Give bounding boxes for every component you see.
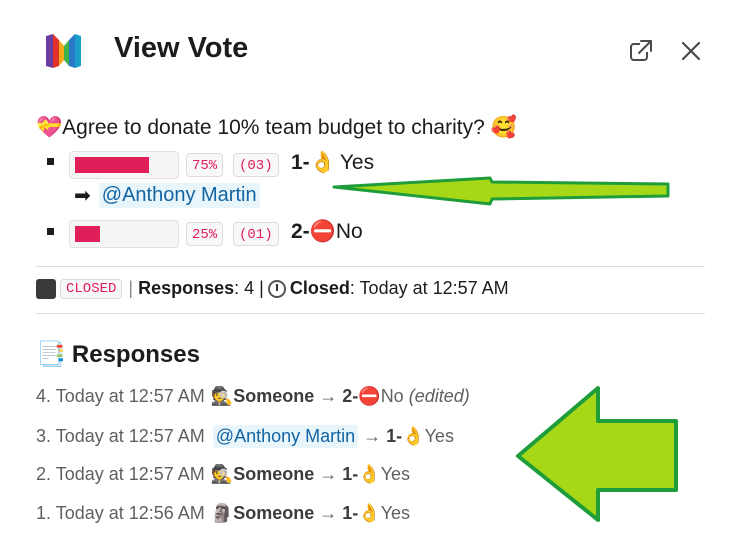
detective-icon: 🕵 <box>210 386 234 406</box>
closed-time: : Today at 12:57 AM <box>349 278 509 298</box>
divider <box>36 313 705 314</box>
poll-question-text: Agree to donate 10% team budget to chari… <box>62 116 485 139</box>
close-icon[interactable] <box>678 38 704 64</box>
response-option-number: 1- <box>342 464 359 484</box>
option-bar-fill <box>75 226 100 242</box>
divider <box>36 266 705 267</box>
response-user: Someone <box>233 503 315 523</box>
response-row: 4. Today at 12:57 AM 🕵 Someone → 2- ⛔ No… <box>36 386 470 407</box>
response-option-label: Yes <box>380 464 411 484</box>
option-number: 1- <box>291 151 310 174</box>
no-entry-icon: ⛔ <box>358 386 381 406</box>
response-timestamp: 4. Today at 12:57 AM <box>36 386 205 406</box>
clock-icon <box>267 279 286 298</box>
responses-heading: 📑 Responses <box>36 340 200 369</box>
option-bar <box>69 220 179 248</box>
stop-icon <box>36 278 56 299</box>
response-timestamp: 3. Today at 12:57 AM <box>36 426 205 446</box>
poll-question: 💝 Agree to donate 10% team budget to cha… <box>36 116 517 140</box>
no-entry-icon: ⛔ <box>309 220 336 243</box>
annotation-arrow-small <box>332 176 670 206</box>
heart-gift-icon: 💝 <box>36 116 63 139</box>
response-row: 3. Today at 12:57 AM @Anthony Martin → 1… <box>36 425 454 448</box>
poll-status: CLOSED | Responses : 4 | Closed : Today … <box>36 278 509 299</box>
option-text: Yes <box>339 151 375 174</box>
bullet-icon <box>47 158 54 165</box>
option-count: (01) <box>233 222 279 246</box>
bookmark-tabs-icon: 📑 <box>36 341 66 368</box>
option-percent: 25% <box>186 222 224 246</box>
response-option-label: Yes <box>424 426 454 446</box>
response-timestamp: 1. Today at 12:56 AM <box>36 503 205 523</box>
smiling-hearts-icon: 🥰 <box>490 116 517 139</box>
arrow-icon: → <box>319 464 338 484</box>
annotation-arrow-large <box>516 386 678 522</box>
ok-hand-icon: 👌 <box>358 503 381 523</box>
option-label-yes: 1- 👌 Yes <box>291 151 374 175</box>
detective-icon: 🕵 <box>210 464 234 484</box>
response-option-label: Yes <box>380 503 411 523</box>
response-timestamp: 2. Today at 12:57 AM <box>36 464 205 484</box>
edited-note: (edited) <box>408 386 470 406</box>
external-link-icon[interactable] <box>628 38 654 64</box>
option-text: No <box>335 220 363 243</box>
modal-header: View Vote <box>0 0 741 100</box>
bullet-icon <box>47 228 54 235</box>
arrow-icon: → <box>319 503 338 523</box>
option-label-no: 2- ⛔ No <box>291 220 363 244</box>
voter-mention[interactable]: @Anthony Martin <box>98 183 260 208</box>
responses-label: Responses <box>138 278 235 298</box>
option-bar-fill <box>75 157 149 173</box>
arrow-icon: → <box>319 386 338 406</box>
response-option-number: 1- <box>386 426 403 446</box>
responses-count: : 4 | <box>234 278 264 298</box>
option-count: (03) <box>233 153 279 177</box>
response-option-number: 2- <box>342 386 359 406</box>
option-voter-line: ➡ @Anthony Martin <box>74 183 260 208</box>
response-option-label: No <box>380 386 404 406</box>
response-option-number: 1- <box>342 503 359 523</box>
response-mention[interactable]: @Anthony Martin <box>212 425 359 448</box>
ok-hand-icon: 👌 <box>402 426 425 446</box>
response-user: Someone <box>233 386 315 406</box>
option-percent: 75% <box>186 153 224 177</box>
page-title: View Vote <box>114 32 249 64</box>
right-arrow-icon: ➡ <box>74 185 91 207</box>
responses-title: Responses <box>71 340 200 368</box>
arrow-icon: → <box>363 426 382 446</box>
response-row: 1. Today at 12:56 AM 🗿 Someone → 1- 👌 Ye… <box>36 503 410 524</box>
moai-icon: 🗿 <box>210 503 234 523</box>
closed-label: Closed <box>289 278 350 298</box>
app-logo-icon <box>46 34 81 68</box>
ok-hand-icon: 👌 <box>358 464 381 484</box>
ok-hand-icon: 👌 <box>309 151 336 174</box>
option-bar <box>69 151 179 179</box>
option-number: 2- <box>291 220 310 243</box>
response-user: Someone <box>233 464 315 484</box>
response-row: 2. Today at 12:57 AM 🕵 Someone → 1- 👌 Ye… <box>36 464 410 485</box>
closed-badge: CLOSED <box>60 278 123 299</box>
